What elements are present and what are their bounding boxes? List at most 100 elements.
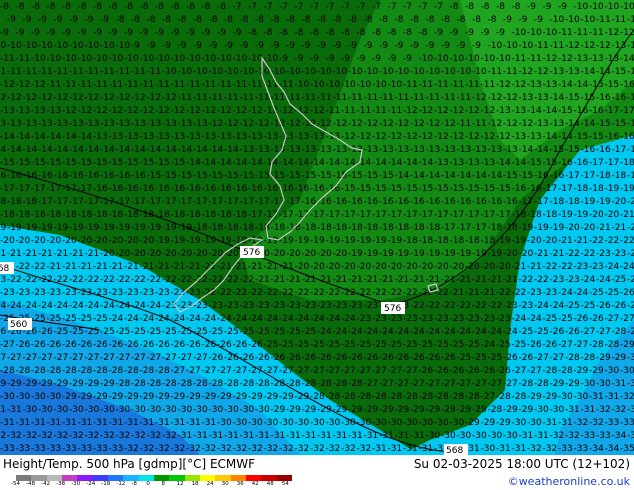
temperature-value: -10 xyxy=(364,67,379,77)
temperature-value: -20 xyxy=(527,236,542,246)
temperature-value: -24 xyxy=(550,301,565,311)
temperature-value: -20 xyxy=(317,249,332,259)
temperature-value: -15 xyxy=(348,171,363,181)
temperature-value: -18 xyxy=(271,223,286,233)
temperature-value: -27 xyxy=(279,366,294,376)
temperature-value: -20 xyxy=(271,249,286,259)
temperature-value: -11 xyxy=(0,54,15,64)
temperature-value: -20 xyxy=(310,262,325,272)
temperature-value: -12 xyxy=(171,106,186,116)
temperature-value: -13 xyxy=(23,119,38,129)
temperature-value: -29 xyxy=(7,379,22,389)
temperature-value: -12 xyxy=(426,119,441,129)
temperature-value: -14 xyxy=(209,145,224,155)
temperature-value: -8 xyxy=(162,15,171,25)
temperature-value: -21 xyxy=(395,275,410,285)
temperature-value: -26 xyxy=(140,340,155,350)
temperature-value: -27 xyxy=(364,379,379,389)
temperature-value: -30 xyxy=(503,431,518,441)
temperature-value: -24 xyxy=(503,327,518,337)
temperature-value: -17 xyxy=(240,197,255,207)
temperature-value: -10 xyxy=(426,67,441,77)
temperature-value: -10 xyxy=(217,54,232,64)
temperature-value: -8 xyxy=(224,15,233,25)
temperature-value: -7 xyxy=(248,2,257,12)
temperature-value: -24 xyxy=(7,301,22,311)
temperature-value: -31 xyxy=(581,405,596,415)
temperature-value: -13 xyxy=(379,145,394,155)
temperature-value: -17 xyxy=(295,210,310,220)
temperature-value: -15 xyxy=(286,171,301,181)
temperature-value: -16 xyxy=(596,93,611,103)
temperature-value: -13 xyxy=(310,132,325,142)
temperature-value: -13 xyxy=(627,41,634,51)
temperature-value: -12 xyxy=(255,119,270,129)
temperature-value: -31 xyxy=(178,431,193,441)
temperature-value: -25 xyxy=(465,340,480,350)
temperature-value: -30 xyxy=(388,418,403,428)
temperature-value: -11 xyxy=(558,28,573,38)
temperature-value: -27 xyxy=(23,353,38,363)
temperature-value: -12 xyxy=(209,119,224,129)
temperature-value: -9 xyxy=(0,28,9,38)
temperature-value: -13 xyxy=(543,80,558,90)
temperature-value: -19 xyxy=(295,236,310,246)
temperature-value: -11 xyxy=(426,93,441,103)
temperature-value: -26 xyxy=(271,353,286,363)
temperature-value: -26 xyxy=(248,340,263,350)
temperature-value: -24 xyxy=(100,301,115,311)
temperature-value: -8 xyxy=(47,2,56,12)
temperature-value: -16 xyxy=(550,171,565,181)
temperature-value: -21 xyxy=(472,275,487,285)
temperature-value: -13 xyxy=(589,54,604,64)
temperature-value: -29 xyxy=(109,392,124,402)
temperature-value: -21 xyxy=(450,288,465,298)
temperature-value: -11 xyxy=(140,80,155,90)
temperature-value: -17 xyxy=(16,184,31,194)
credit-link[interactable]: ©weatheronline.co.uk xyxy=(508,475,630,488)
temperature-value: -13 xyxy=(286,145,301,155)
temperature-value: -25 xyxy=(581,301,596,311)
temperature-value: -15 xyxy=(0,158,15,168)
temperature-value: -14 xyxy=(395,171,410,181)
temperature-value: -10 xyxy=(171,54,186,64)
temperature-value: -26 xyxy=(333,353,348,363)
temperature-value: -10 xyxy=(348,67,363,77)
temperature-value: -25 xyxy=(100,327,115,337)
temperature-value: -8 xyxy=(341,28,350,38)
temperature-value: -16 xyxy=(612,93,627,103)
temperature-value: -20 xyxy=(124,236,139,246)
temperature-value: -20 xyxy=(162,249,177,259)
temperature-value: -25 xyxy=(264,340,279,350)
temperature-value: -25 xyxy=(302,327,317,337)
temperature-value: -12 xyxy=(441,119,456,129)
temperature-value: -17 xyxy=(620,106,634,116)
temperature-value: -8 xyxy=(202,2,211,12)
temperature-value: -10 xyxy=(496,54,511,64)
temperature-value: -20 xyxy=(224,249,239,259)
temperature-value: -29 xyxy=(54,379,69,389)
temperature-value: -18 xyxy=(465,236,480,246)
temperature-value: -23 xyxy=(140,288,155,298)
temperature-value: -17 xyxy=(465,210,480,220)
temperature-value: -14 xyxy=(441,171,456,181)
temperature-value: -26 xyxy=(217,340,232,350)
temperature-value: -29 xyxy=(574,366,589,376)
temperature-value: -17 xyxy=(627,93,634,103)
temperature-value: -31 xyxy=(0,405,6,415)
temperature-value: -9 xyxy=(100,15,109,25)
temperature-value: -8 xyxy=(465,2,474,12)
temperature-value: -32 xyxy=(589,418,604,428)
temperature-value: -9 xyxy=(372,54,381,64)
temperature-value: -32 xyxy=(202,444,217,454)
temperature-value: -18 xyxy=(488,223,503,233)
temperature-value: -13 xyxy=(162,119,177,129)
temperature-value: -15 xyxy=(465,184,480,194)
temperature-value: -19 xyxy=(596,197,611,207)
temperature-value: -20 xyxy=(496,262,511,272)
temperature-value: -9 xyxy=(310,54,319,64)
temperature-value: -13 xyxy=(147,119,162,129)
temperature-value: -31 xyxy=(124,418,139,428)
temperature-value: -9 xyxy=(202,28,211,38)
temperature-value: -15 xyxy=(16,158,31,168)
